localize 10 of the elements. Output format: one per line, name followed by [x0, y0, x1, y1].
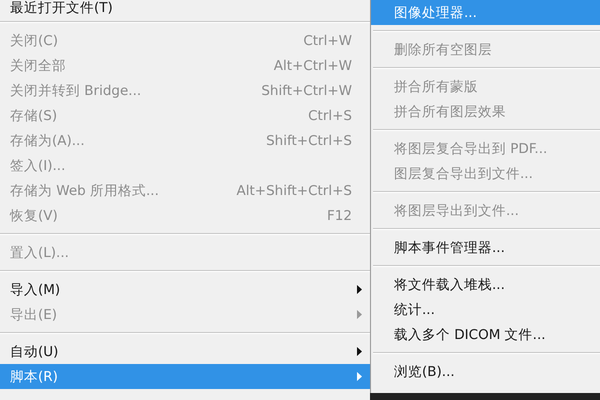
menu-item[interactable]: 载入多个 DICOM 文件...	[371, 322, 600, 347]
menu-item[interactable]: 图像处理器...	[371, 0, 600, 25]
menu-item[interactable]: 导入(M)	[0, 277, 370, 302]
menu-item[interactable]: 统计...	[371, 297, 600, 322]
menu-item[interactable]: 最近打开文件(T)	[0, 0, 370, 16]
menu-item[interactable]: 脚本(R)	[0, 364, 370, 389]
menu-item[interactable]: 浏览(B)...	[371, 359, 600, 384]
menu-item[interactable]: 将文件载入堆栈...	[371, 272, 600, 297]
menu-item[interactable]: 自动(U)	[0, 339, 370, 364]
menu-item[interactable]: 脚本事件管理器...	[371, 235, 600, 260]
